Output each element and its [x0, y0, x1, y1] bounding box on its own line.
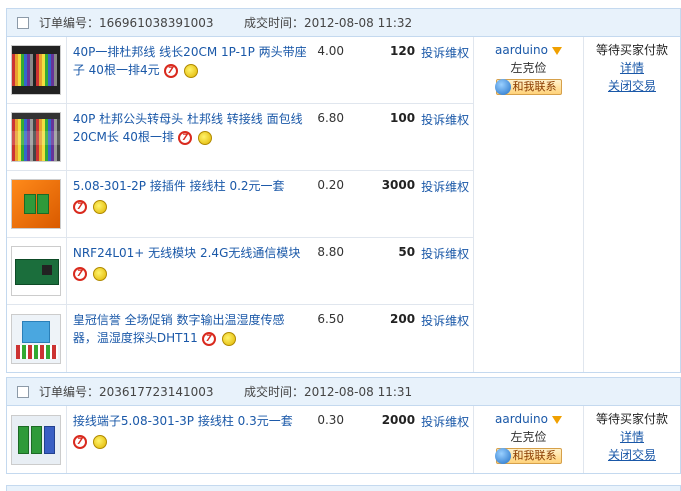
order-detail-link[interactable]: 详情	[584, 428, 680, 446]
complaint-link[interactable]: 投诉维权	[415, 37, 473, 103]
seller-badge-icon	[551, 415, 562, 424]
chat-icon	[494, 79, 511, 95]
consumer-protection-icon[interactable]	[92, 266, 107, 281]
deal-time: 成交时间：2012-08-08 11:32	[244, 14, 412, 31]
product-thumbnail[interactable]	[11, 313, 62, 364]
contact-me-button[interactable]: 和我联系	[494, 448, 562, 464]
deal-time-label: 成交时间：	[244, 385, 305, 399]
order-select-checkbox[interactable]	[17, 16, 29, 29]
item-quantity: 100	[390, 111, 416, 125]
product-thumbnail[interactable]	[11, 112, 62, 162]
complaint-link[interactable]: 投诉维权	[415, 171, 473, 237]
consumer-protection-icon[interactable]	[92, 434, 107, 449]
product-title-link[interactable]: 5.08-301-2P 接插件 接线柱 0.2元一套	[73, 179, 285, 193]
order-header: 订单编号：203617723141003 成交时间：2012-08-08 11:…	[7, 378, 680, 406]
deal-time-label: 成交时间：	[244, 16, 305, 30]
order-select-checkbox[interactable]	[17, 385, 29, 398]
order-item-row: 40P一排杜邦线 线长20CM 1P-1P 两头带座子 40根一排4元 7 4.0…	[7, 37, 473, 104]
seven-day-return-icon[interactable]: 7	[201, 331, 216, 346]
seller-name-link[interactable]: aarduino	[495, 412, 548, 426]
contact-me-label: 和我联系	[512, 449, 557, 462]
item-quantity: 120	[390, 44, 416, 58]
seven-day-return-icon[interactable]: 7	[72, 434, 87, 449]
item-price: 6.80	[317, 111, 345, 125]
deal-time-value: 2012-08-08 11:32	[304, 16, 413, 30]
status-text: 等待买家付款	[595, 412, 668, 426]
order-header: 订单编号：166961038391003 成交时间：2012-08-08 11:…	[7, 9, 680, 37]
status-text: 等待买家付款	[595, 43, 668, 57]
seller-real-name: 左克俭	[510, 61, 547, 75]
contact-me-label: 和我联系	[512, 80, 557, 93]
product-title-link[interactable]: 皇冠信誉 全场促销 数字输出温湿度传感器，温湿度探头DHT11	[73, 313, 285, 345]
order-card: 订单编号：203617723141003 成交时间：2012-08-08 11:…	[6, 377, 681, 474]
complaint-link[interactable]: 投诉维权	[415, 406, 473, 473]
product-thumbnail[interactable]	[11, 414, 62, 465]
order-body: 40P一排杜邦线 线长20CM 1P-1P 两头带座子 40根一排4元 7 4.0…	[7, 37, 680, 372]
order-item-row: 40P 杜邦公头转母头 杜邦线 转接线 面包线 20CM长 40根一排 7 6.8…	[7, 104, 473, 171]
product-title-link[interactable]: NRF24L01+ 无线模块 2.4G无线通信模块	[73, 246, 301, 260]
order-card: 订单编号：166961038391003 成交时间：2012-08-08 11:…	[6, 8, 681, 373]
deal-time: 成交时间：2012-08-08 11:31	[244, 383, 412, 400]
consumer-protection-icon[interactable]	[92, 199, 107, 214]
order-item-row: 皇冠信誉 全场促销 数字输出温湿度传感器，温湿度探头DHT11 7 6.50 20…	[7, 305, 473, 372]
seller-name-link[interactable]: aarduino	[495, 43, 548, 57]
order-items: 接线端子5.08-301-3P 接线柱 0.3元一套 7 0.30 2000 投诉…	[7, 406, 474, 473]
item-quantity: 2000	[381, 413, 416, 427]
order-number-label: 订单编号：	[39, 16, 100, 30]
consumer-protection-icon[interactable]	[183, 63, 198, 78]
order-number: 订单编号：203617723141003	[39, 383, 244, 400]
order-status: 等待买家付款 详情 关闭交易	[584, 406, 680, 473]
product-thumbnail[interactable]	[11, 179, 62, 229]
order-number: 订单编号：166961038391003	[39, 14, 244, 31]
complaint-link[interactable]: 投诉维权	[415, 104, 473, 170]
seller-info: aarduino 左克俭 和我联系	[474, 37, 584, 372]
seven-day-return-icon[interactable]: 7	[72, 266, 87, 281]
item-price: 0.20	[317, 178, 345, 192]
item-price: 8.80	[317, 245, 345, 259]
item-quantity: 50	[398, 245, 416, 259]
contact-me-button[interactable]: 和我联系	[494, 79, 562, 95]
product-title-link[interactable]: 接线端子5.08-301-3P 接线柱 0.3元一套	[73, 414, 293, 428]
order-item-row: NRF24L01+ 无线模块 2.4G无线通信模块 7 8.80 50 投诉维权	[7, 238, 473, 305]
seller-badge-icon	[551, 46, 562, 55]
order-number-value: 203617723141003	[99, 385, 214, 399]
order-items: 40P一排杜邦线 线长20CM 1P-1P 两头带座子 40根一排4元 7 4.0…	[7, 37, 474, 372]
complaint-link[interactable]: 投诉维权	[415, 238, 473, 304]
order-detail-link[interactable]: 详情	[584, 59, 680, 77]
next-order-header-partial	[6, 485, 681, 491]
item-price: 6.50	[317, 312, 345, 326]
order-item-row: 接线端子5.08-301-3P 接线柱 0.3元一套 7 0.30 2000 投诉…	[7, 406, 473, 473]
complaint-link[interactable]: 投诉维权	[415, 305, 473, 372]
item-price: 0.30	[317, 413, 345, 427]
order-status: 等待买家付款 详情 关闭交易	[584, 37, 680, 372]
order-item-row: 5.08-301-2P 接插件 接线柱 0.2元一套 7 0.20 3000 投诉…	[7, 171, 473, 238]
seller-info: aarduino 左克俭 和我联系	[474, 406, 584, 473]
seller-real-name: 左克俭	[510, 430, 547, 444]
close-trade-link[interactable]: 关闭交易	[584, 446, 680, 464]
order-number-label: 订单编号：	[39, 385, 100, 399]
consumer-protection-icon[interactable]	[197, 130, 212, 145]
item-quantity: 3000	[381, 178, 416, 192]
item-quantity: 200	[390, 312, 416, 326]
consumer-protection-icon[interactable]	[221, 331, 236, 346]
seven-day-return-icon[interactable]: 7	[72, 199, 87, 214]
product-thumbnail[interactable]	[11, 246, 62, 296]
product-thumbnail[interactable]	[11, 45, 62, 95]
order-number-value: 166961038391003	[99, 16, 214, 30]
chat-icon	[494, 448, 511, 464]
order-body: 接线端子5.08-301-3P 接线柱 0.3元一套 7 0.30 2000 投诉…	[7, 406, 680, 473]
deal-time-value: 2012-08-08 11:31	[304, 385, 413, 399]
seven-day-return-icon[interactable]: 7	[163, 63, 178, 78]
close-trade-link[interactable]: 关闭交易	[584, 77, 680, 95]
seven-day-return-icon[interactable]: 7	[177, 130, 192, 145]
item-price: 4.00	[317, 44, 345, 58]
